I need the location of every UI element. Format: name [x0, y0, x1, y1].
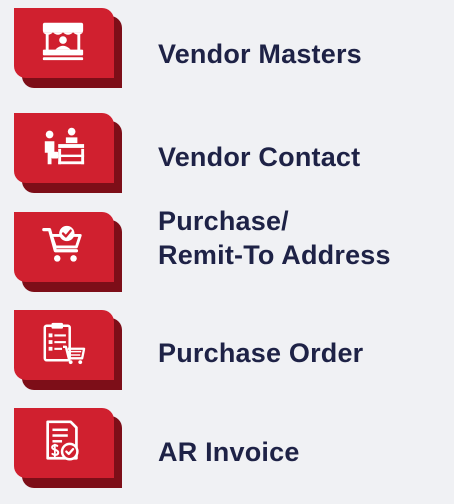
- label-line: AR Invoice: [158, 437, 300, 467]
- purchase-remit-to-address-tile: [14, 212, 124, 292]
- ar-invoice-tile: [14, 408, 124, 488]
- label-line: Remit-To Address: [158, 240, 391, 270]
- label-line: Purchase Order: [158, 338, 364, 368]
- vendor-contact-icon: [44, 127, 85, 165]
- vendor-masters-tile: [14, 8, 124, 88]
- tile-face: [14, 212, 114, 282]
- vendor-contact-tile: [14, 113, 124, 193]
- menu-item-purchase-order[interactable]: Purchase Order: [0, 310, 454, 406]
- purchase-order-tile: [14, 310, 124, 390]
- tile-face: [14, 310, 114, 380]
- invoice-dollar-icon: [46, 420, 79, 461]
- cart-check-icon: [42, 225, 82, 262]
- menu-item-label: AR Invoice: [158, 435, 300, 469]
- menu-item-label: Vendor Contact: [158, 140, 360, 174]
- tile-face: [14, 113, 114, 183]
- menu-item-label: Vendor Masters: [158, 37, 362, 71]
- menu-item-purchase-remit-to-address[interactable]: Purchase/ Remit-To Address: [0, 206, 454, 308]
- label-line: Vendor Masters: [158, 39, 362, 69]
- menu-item-vendor-contact[interactable]: Vendor Contact: [0, 113, 454, 209]
- label-line: Purchase/: [158, 206, 289, 236]
- vendor-menu-list: Vendor Masters Vendor Contact Purchase/ …: [0, 0, 454, 502]
- menu-item-label: Purchase Order: [158, 336, 363, 370]
- tile-face: [14, 408, 114, 478]
- menu-item-ar-invoice[interactable]: AR Invoice: [0, 408, 454, 504]
- clipboard-cart-icon: [43, 322, 86, 365]
- label-line: Vendor Contact: [158, 142, 361, 172]
- menu-item-vendor-masters[interactable]: Vendor Masters: [0, 8, 454, 104]
- vendor-stall-icon: [42, 22, 84, 61]
- menu-item-label: Purchase/ Remit-To Address: [158, 204, 391, 272]
- tile-face: [14, 8, 114, 78]
